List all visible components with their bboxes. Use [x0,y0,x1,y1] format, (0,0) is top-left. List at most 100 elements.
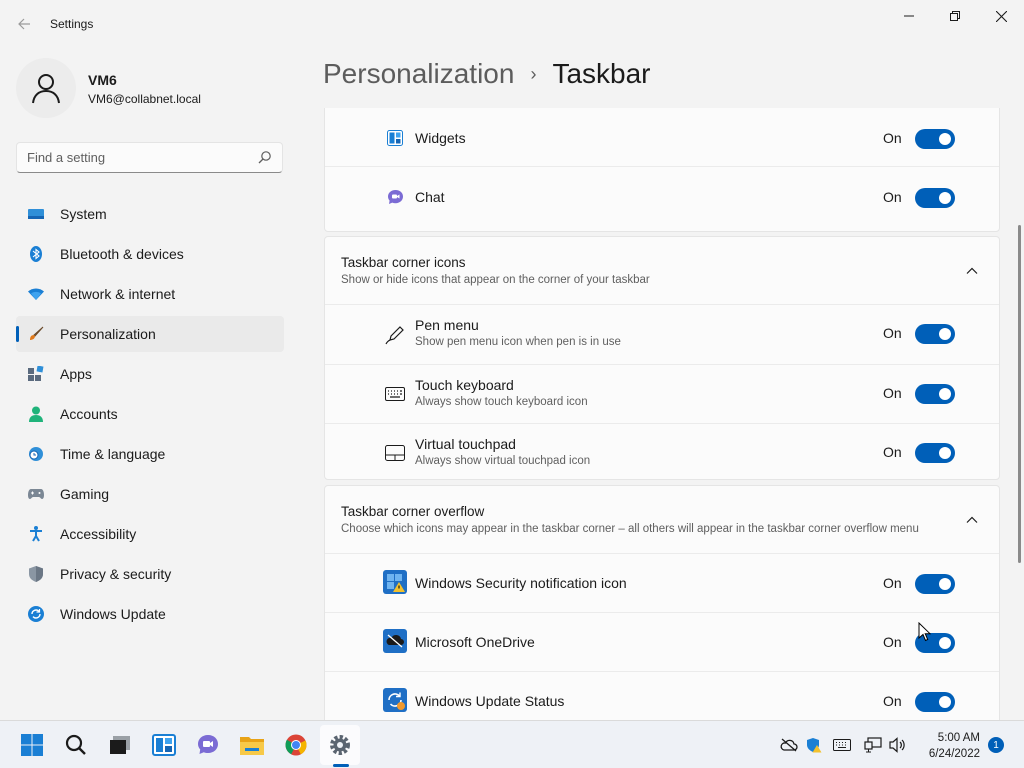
sidebar-item-time-language[interactable]: Time & language [16,436,284,472]
chat-icon [385,187,405,207]
sidebar-item-windows-update[interactable]: Windows Update [16,596,284,632]
taskbar-clock[interactable]: 5:00 AM 6/24/2022 [918,730,980,762]
avatar[interactable] [16,58,76,118]
row-subtitle: Show pen menu icon when pen is in use [415,336,621,348]
search-input[interactable] [17,143,247,172]
sidebar-item-privacy-security[interactable]: Privacy & security [16,556,284,592]
virtual-touchpad-toggle[interactable] [915,443,955,463]
windows-update-status-toggle[interactable] [915,692,955,712]
taskbar-items-card: Widgets On Chat On [324,108,1000,232]
pen-menu-toggle[interactable] [915,324,955,344]
sidebar-item-network[interactable]: Network & internet [16,276,284,312]
sidebar-item-label: Personalization [60,326,156,342]
row-title: Chat [415,189,445,205]
user-name: VM6 [88,72,117,88]
settings-row-widgets: Widgets On [325,109,999,167]
close-button[interactable] [978,0,1024,32]
row-title: Windows Update Status [415,693,565,709]
page-title: Taskbar [552,58,651,89]
back-button[interactable] [10,10,38,38]
settings-content: Widgets On Chat On Taskbar corner icons … [324,108,1000,720]
toggle-knob [939,578,951,590]
breadcrumb-parent[interactable]: Personalization [323,58,514,90]
notification-badge[interactable]: 1 [988,737,1004,753]
user-email: VM6@collabnet.local [88,92,201,106]
search-box[interactable] [16,142,283,173]
title-bar: Settings [0,0,1024,48]
toggle-knob [939,328,951,340]
toggle-knob [939,447,951,459]
sidebar-nav: System Bluetooth & devices Network & int… [16,196,284,636]
chat-toggle[interactable] [915,188,955,208]
sidebar-item-bluetooth[interactable]: Bluetooth & devices [16,236,284,272]
security-icon[interactable] [805,737,823,753]
taskbar-corner-overflow-header[interactable]: Taskbar corner overflow Choose which ico… [325,486,999,553]
volume-icon[interactable] [889,737,907,753]
row-title: Pen menu [415,317,479,333]
minimize-button[interactable] [886,0,932,32]
sidebar-item-apps[interactable]: Apps [16,356,284,392]
chevron-up-icon[interactable] [965,264,979,278]
widgets-toggle[interactable] [915,129,955,149]
row-subtitle: Always show touch keyboard icon [415,396,588,408]
chrome-button[interactable] [276,725,316,765]
restore-icon [950,11,960,21]
section-subtitle: Show or hide icons that appear on the co… [341,274,650,286]
sidebar-item-label: Accounts [60,406,118,422]
sidebar-item-label: Apps [60,366,92,382]
close-icon [995,10,1007,22]
settings-row-windows-update-status: Windows Update Status On [325,672,999,720]
teams-chat-icon [198,735,218,754]
windows-update-status-icon [383,688,407,712]
windows-security-icon [383,570,407,594]
sidebar-item-label: Accessibility [60,526,137,542]
maximize-button[interactable] [932,0,978,32]
wifi-icon [28,286,44,302]
start-button[interactable] [12,725,52,765]
taskbar-search-button[interactable] [56,725,96,765]
onedrive-offline-icon[interactable] [780,737,798,753]
file-explorer-button[interactable] [232,725,272,765]
toggle-state-label: On [883,385,902,401]
network-icon[interactable] [864,737,882,753]
search-icon [65,734,86,755]
touchpad-icon [385,443,405,463]
sidebar-item-personalization[interactable]: Personalization [16,316,284,352]
toggle-state-label: On [883,325,902,341]
task-view-button[interactable] [100,725,140,765]
taskbar-corner-icons-card: Taskbar corner icons Show or hide icons … [324,236,1000,480]
clock-date: 6/24/2022 [928,748,980,760]
sidebar-item-label: Time & language [60,446,166,462]
settings-taskbar-button[interactable] [320,725,360,765]
sidebar-item-gaming[interactable]: Gaming [16,476,284,512]
section-subtitle: Choose which icons may appear in the tas… [341,523,919,535]
apps-icon [28,366,44,382]
task-view-icon [110,736,130,754]
windows-security-toggle[interactable] [915,574,955,594]
scrollbar-thumb[interactable] [1018,225,1021,563]
chevron-up-icon[interactable] [965,513,979,527]
sidebar-item-label: Privacy & security [60,566,172,582]
file-explorer-icon [240,737,264,755]
settings-row-chat: Chat On [325,168,999,226]
keyboard-icon[interactable] [833,737,851,753]
sidebar-item-accessibility[interactable]: Accessibility [16,516,284,552]
settings-row-pen-menu: Pen menu Show pen menu icon when pen is … [325,305,999,363]
taskbar-corner-icons-header[interactable]: Taskbar corner icons Show or hide icons … [325,237,999,304]
arrow-left-icon [18,18,30,30]
search-icon[interactable] [258,150,272,164]
sidebar-item-system[interactable]: System [16,196,284,232]
widgets-button[interactable] [144,725,184,765]
breadcrumb-separator: › [530,63,537,84]
row-divider [325,166,999,167]
sidebar-item-label: Bluetooth & devices [60,246,184,262]
start-icon [21,734,43,756]
chat-button[interactable] [188,725,228,765]
sidebar-item-label: Windows Update [60,606,166,622]
section-title: Taskbar corner overflow [341,504,485,519]
breadcrumb: Personalization › Taskbar [323,58,651,90]
touch-keyboard-toggle[interactable] [915,384,955,404]
toggle-state-label: On [883,575,902,591]
sidebar-item-accounts[interactable]: Accounts [16,396,284,432]
person-icon [32,74,60,104]
